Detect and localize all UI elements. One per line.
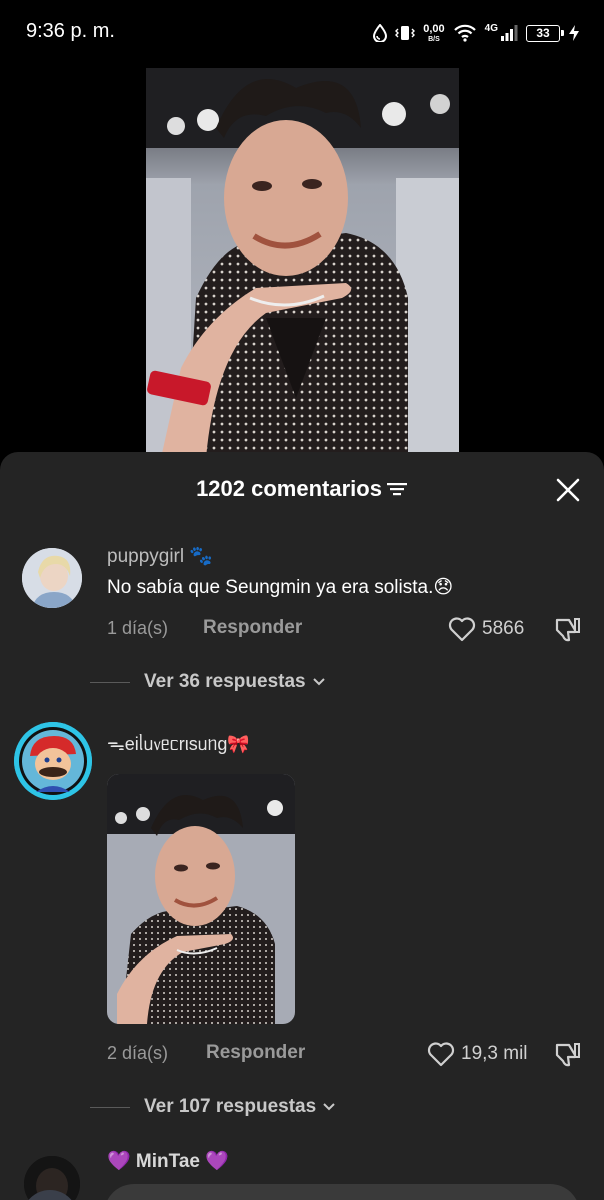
chevron-down-icon	[312, 678, 325, 686]
video-frame	[146, 68, 459, 458]
comment-text: No sabía que Seungmin ya era solista.😞	[107, 577, 454, 598]
battery-level: 33	[536, 26, 550, 40]
video-player[interactable]	[146, 68, 459, 458]
like-count: 19,3 mil	[461, 1043, 528, 1064]
comment-timestamp: 2 día(s)	[107, 1043, 169, 1063]
comments-count-title: 1202 comentarios	[196, 476, 382, 501]
comment-username[interactable]: 💜 MinTae 💜	[107, 1149, 229, 1173]
network-speed: 0,00 B/S	[423, 22, 445, 43]
like-button[interactable]: 19,3 mil	[427, 1041, 528, 1067]
comment-username[interactable]: puppygirl 🐾	[107, 544, 213, 568]
signal-icon	[501, 25, 518, 41]
avatar-image	[14, 722, 92, 800]
avatar-image	[22, 548, 82, 608]
heart-icon	[448, 617, 476, 642]
drop-icon	[373, 24, 388, 42]
comment-image	[107, 774, 295, 1024]
chevron-down-icon	[323, 1103, 335, 1111]
comments-sheet: 1202 comentarios puppygirl 🐾 No sabía qu…	[0, 452, 604, 1200]
charging-icon	[569, 25, 579, 41]
replies-divider	[90, 1106, 130, 1108]
dislike-icon[interactable]	[553, 616, 581, 644]
reply-button[interactable]: Responder	[203, 617, 302, 639]
sort-filter-icon[interactable]	[386, 480, 408, 498]
network-speed-unit: B/S	[428, 35, 440, 43]
vibrate-icon	[395, 26, 416, 40]
status-icons: 0,00 B/S 4G 33	[373, 18, 580, 48]
dislike-icon[interactable]	[553, 1041, 581, 1069]
status-bar: 9:36 p. m. 0,00 B/S 4G 33	[0, 0, 604, 68]
network-type: 4G	[484, 22, 498, 34]
avatar[interactable]	[22, 548, 82, 608]
like-count: 5866	[482, 618, 525, 639]
replies-divider	[90, 681, 130, 683]
status-time: 9:36 p. m.	[26, 20, 115, 42]
view-replies-button[interactable]: Ver 107 respuestas	[90, 1096, 336, 1118]
comments-header: 1202 comentarios	[0, 452, 604, 528]
comment-username[interactable]: ᯓeiᥣᥙ᥎ᥱᥴrιsᥙᥒg🎀	[107, 732, 250, 756]
comment-timestamp: 1 día(s)	[107, 618, 169, 638]
wifi-icon	[453, 24, 476, 42]
avatar[interactable]	[14, 722, 92, 800]
like-button[interactable]: 5866	[448, 616, 524, 642]
close-icon[interactable]	[554, 476, 582, 504]
network-speed-value: 0,00	[423, 22, 445, 35]
view-replies-label: Ver 36 respuestas	[144, 671, 306, 692]
view-replies-label: Ver 107 respuestas	[144, 1096, 317, 1117]
comment-input-field[interactable]	[104, 1184, 580, 1200]
screen: 9:36 p. m. 0,00 B/S 4G 33 1202 comentari…	[0, 0, 604, 1200]
comment-image-attachment[interactable]	[107, 774, 295, 1024]
battery-icon: 33	[526, 24, 564, 42]
view-replies-button[interactable]: Ver 36 respuestas	[90, 671, 326, 693]
heart-icon	[427, 1042, 455, 1067]
comments-title-row: 1202 comentarios	[0, 476, 604, 502]
reply-button[interactable]: Responder	[206, 1042, 305, 1064]
